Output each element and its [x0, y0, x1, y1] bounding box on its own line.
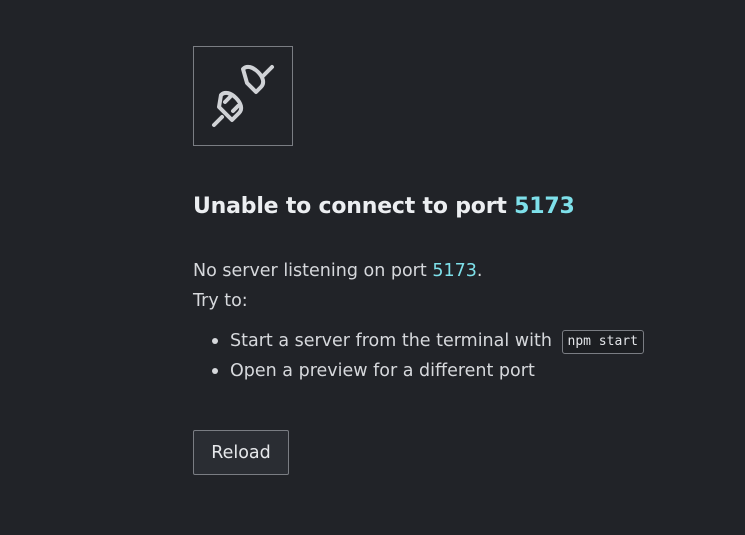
error-description: No server listening on port 5173. Try to…	[193, 256, 644, 386]
title-port-number: 5173	[514, 194, 575, 219]
no-server-text: No server listening on port	[193, 261, 433, 281]
suggestion-list: Start a server from the terminal with np…	[193, 326, 644, 386]
reload-button[interactable]: Reload	[193, 430, 289, 475]
title-text: Unable to connect to port	[193, 194, 515, 219]
suggestion-start-server: Start a server from the terminal with np…	[212, 326, 644, 356]
suggestion-open-preview: Open a preview for a different port	[212, 356, 644, 386]
disconnected-plug-icon	[193, 46, 293, 146]
npm-start-command: npm start	[561, 330, 644, 354]
message-port-number: 5173	[432, 261, 477, 281]
page-title: Unable to connect to port 5173	[193, 194, 575, 219]
port-error-page: Unable to connect to port 5173 No server…	[0, 0, 745, 535]
suggestion-start-server-text: Start a server from the terminal with	[230, 331, 552, 351]
no-server-message: No server listening on port 5173.	[193, 256, 644, 286]
try-to-label: Try to:	[193, 291, 248, 311]
message-period: .	[476, 261, 483, 281]
